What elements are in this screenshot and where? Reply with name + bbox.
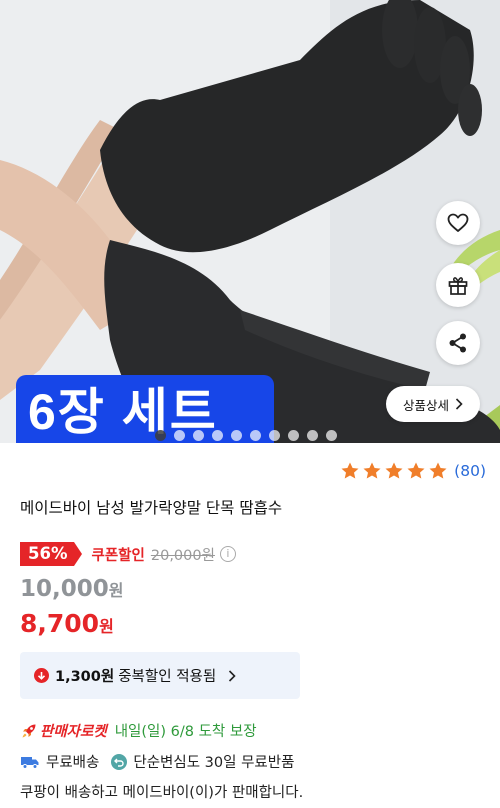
wishlist-button[interactable] (436, 201, 480, 245)
star-icon (385, 462, 403, 479)
chevron-right-icon (455, 398, 463, 410)
carousel-dot[interactable] (269, 430, 280, 441)
share-button[interactable] (436, 321, 480, 365)
rating-summary[interactable]: (80) (340, 461, 486, 481)
info-icon[interactable]: i (219, 546, 236, 562)
star-icon (429, 462, 447, 479)
share-icon (449, 333, 466, 353)
carousel-dot[interactable] (231, 430, 242, 441)
carousel-dot[interactable] (155, 430, 166, 441)
carousel-dot[interactable] (326, 430, 337, 441)
multi-discount-text: 중복할인 적용됨 (118, 669, 217, 685)
free-shipping-label: 무료배송 (46, 755, 100, 771)
final-price: 8,700원 (20, 609, 114, 638)
delivery-date: 내일(일) 6/8 도착 보장 (114, 724, 257, 740)
seller-info: 쿠팡이 배송하고 메이드바이(이)가 판매합니다. (20, 785, 304, 801)
free-return-label: 단순변심도 30일 무료반품 (133, 755, 295, 771)
carousel-pagination (155, 430, 337, 441)
carousel-dot[interactable] (174, 430, 185, 441)
carousel-dot[interactable] (212, 430, 223, 441)
carousel-dot[interactable] (307, 430, 318, 441)
price-before-value: 10,000 (20, 576, 109, 602)
currency-unit: 원 (108, 581, 124, 600)
discount-rate-badge: 56% (20, 542, 81, 566)
rocket-seller-label: 판매자로켓 (40, 724, 107, 740)
product-title: 메이드바이 남성 발가락양말 단목 땀흡수 (20, 499, 283, 517)
multi-discount-box[interactable]: 1,300원 중복할인 적용됨 (20, 652, 300, 699)
original-price: 20,000원 (150, 547, 215, 564)
delivery-row: 판매자로켓 내일(일) 6/8 도착 보장 (20, 720, 257, 741)
review-count[interactable]: (80) (454, 462, 486, 480)
product-detail-label: 상품상세 (402, 397, 449, 413)
star-icon (407, 462, 425, 479)
return-icon (111, 753, 128, 770)
gift-icon (448, 277, 468, 295)
coupon-discount-label: 쿠폰할인 (91, 547, 145, 564)
rocket-icon (22, 724, 36, 737)
product-detail-button[interactable]: 상품상세 (386, 386, 480, 422)
final-price-value: 8,700 (20, 609, 100, 638)
truck-icon (21, 756, 39, 769)
chevron-right-icon (229, 669, 236, 682)
star-icon (363, 462, 381, 479)
price-before-coupon: 10,000원 (20, 576, 124, 602)
heart-icon (447, 213, 469, 232)
carousel-dot[interactable] (193, 430, 204, 441)
product-image-carousel[interactable]: 6장 세트 상품상세 (0, 0, 500, 443)
star-icon (341, 462, 359, 479)
multi-discount-amount: 1,300원 (55, 669, 115, 685)
carousel-dot[interactable] (288, 430, 299, 441)
discount-row: 56% 쿠폰할인 20,000원 i (20, 542, 236, 566)
gift-button[interactable] (436, 263, 480, 307)
shipping-return-row: 무료배송 단순변심도 30일 무료반품 (20, 751, 294, 772)
arrow-down-icon (34, 668, 49, 683)
carousel-dot[interactable] (250, 430, 261, 441)
currency-unit: 원 (99, 617, 114, 636)
